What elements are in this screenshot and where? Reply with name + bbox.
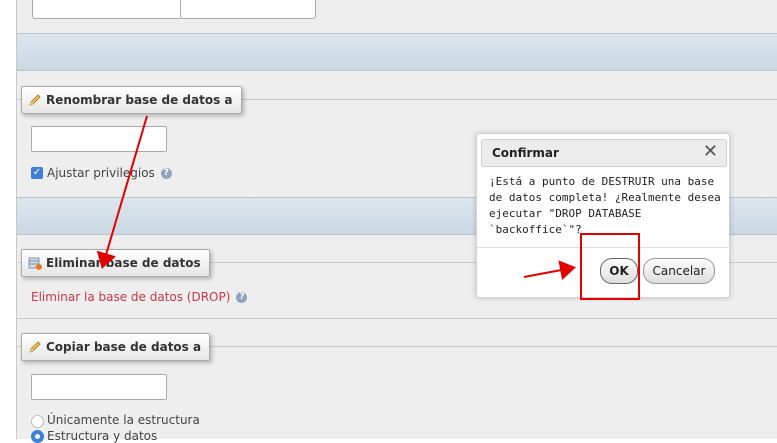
copy-legend-label: Copiar base de datos a [46, 340, 202, 354]
close-icon[interactable]: ✕ [703, 142, 718, 162]
database-delete-icon [28, 253, 42, 270]
dialog-title: Confirmar [492, 146, 559, 160]
structure-only-label: Únicamente la estructura [47, 413, 200, 427]
rename-name-input[interactable] [31, 126, 167, 152]
help-icon[interactable]: ? [160, 168, 172, 179]
rename-legend-label: Renombrar base de datos a [46, 93, 233, 107]
top-select-left[interactable] [32, 0, 182, 19]
drop-database-link[interactable]: Eliminar la base de datos (DROP) [31, 290, 230, 304]
adjust-privileges-row: Ajustar privilegios? [47, 166, 172, 180]
drop-link-row: Eliminar la base de datos (DROP)? [31, 290, 248, 304]
drop-legend-label: Eliminar base de datos [46, 256, 201, 270]
copy-name-input[interactable] [31, 374, 167, 400]
structure-and-data-label: Estructura y datos [47, 429, 158, 443]
copy-legend: Copiar base de datos a [21, 333, 211, 361]
structure-only-radio[interactable] [31, 415, 44, 428]
dialog-titlebar[interactable]: Confirmar ✕ [481, 139, 727, 167]
dialog-message: ¡Está a punto de DESTRUIR una base de da… [489, 175, 721, 236]
drop-legend: Eliminar base de datos [21, 249, 210, 277]
adjust-privileges-label: Ajustar privilegios [47, 166, 155, 180]
pencil-icon [28, 337, 42, 353]
section-footer-bar [17, 33, 777, 71]
annotation-highlight-box [580, 233, 640, 300]
top-select-right[interactable] [180, 0, 316, 19]
cancel-button[interactable]: Cancelar [643, 258, 715, 284]
adjust-privileges-checkbox[interactable]: ✓ [31, 167, 43, 179]
help-icon[interactable]: ? [236, 292, 248, 303]
drop-fieldset-bottom [17, 318, 777, 319]
rename-legend: Renombrar base de datos a [21, 86, 242, 114]
structure-and-data-radio[interactable] [31, 430, 44, 443]
pencil-icon [28, 90, 42, 106]
